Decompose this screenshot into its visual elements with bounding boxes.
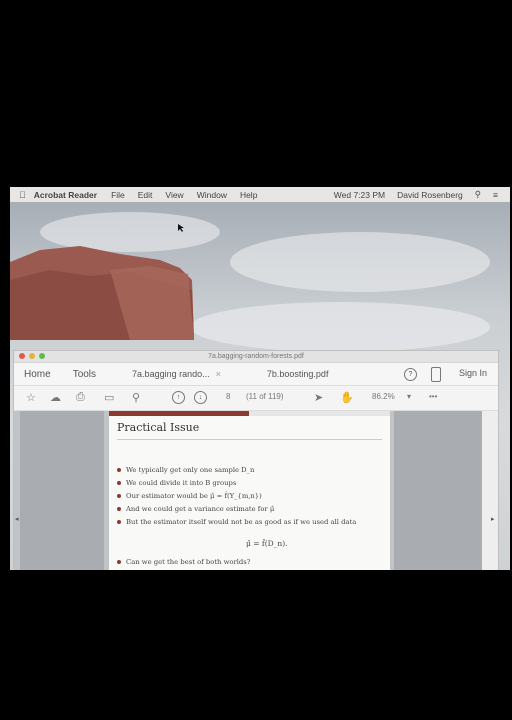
screen:  Acrobat Reader File Edit View Window H…: [10, 187, 510, 570]
scrollbar[interactable]: [482, 411, 498, 570]
zoom-button[interactable]: [39, 353, 45, 359]
page-count: (11 of 119): [246, 392, 284, 401]
list-item: Our estimator would be μ̂ = f̂(Y_{m,n}): [117, 492, 356, 500]
mountain-image: [10, 246, 194, 340]
tab-document-bagging-label: 7a.bagging rando...: [132, 369, 210, 379]
zoom-level[interactable]: 86.2%: [372, 392, 395, 401]
collapse-left-icon[interactable]: ◂: [15, 515, 19, 523]
menu-help[interactable]: Help: [240, 190, 257, 200]
more-options-icon[interactable]: •••: [429, 392, 437, 401]
menubar-clock[interactable]: Wed 7:23 PM: [334, 190, 385, 200]
window-title: 7a.bagging-random-forests.pdf: [208, 353, 304, 360]
right-pane: [394, 411, 482, 570]
zoom-search-icon[interactable]: ⚲: [132, 391, 140, 404]
menu-edit[interactable]: Edit: [138, 190, 153, 200]
help-icon[interactable]: ?: [404, 368, 417, 381]
print-icon[interactable]: ⎙: [76, 391, 85, 404]
list-item: But the estimator itself would not be as…: [117, 518, 356, 526]
acrobat-window: 7a.bagging-random-forests.pdf Home Tools…: [13, 350, 499, 570]
menu-window[interactable]: Window: [197, 190, 227, 200]
mouse-cursor-icon: [178, 224, 184, 232]
bullet-list-final: Can we get the best of both worlds?: [117, 558, 250, 570]
upload-cloud-icon[interactable]: ☁: [50, 391, 61, 404]
close-tab-icon[interactable]: ×: [216, 369, 221, 379]
apple-icon[interactable]: : [19, 190, 26, 200]
list-icon[interactable]: ≡: [493, 190, 498, 200]
app-menu[interactable]: Acrobat Reader: [34, 190, 97, 200]
image-icon[interactable]: ▭: [104, 391, 114, 404]
zoom-dropdown-icon[interactable]: ▾: [407, 392, 411, 401]
pdf-page: Practical Issue We typically get only on…: [109, 411, 390, 570]
collapse-right-icon[interactable]: ▸: [491, 515, 495, 523]
mobile-icon[interactable]: [431, 367, 441, 382]
window-titlebar[interactable]: 7a.bagging-random-forests.pdf: [14, 351, 498, 363]
list-item: We typically get only one sample D_n: [117, 466, 356, 474]
list-item: We could divide it into B groups: [117, 479, 356, 487]
close-button[interactable]: [19, 353, 25, 359]
tab-tools[interactable]: Tools: [73, 369, 96, 380]
select-cursor-icon[interactable]: ➤: [314, 391, 323, 404]
tab-home[interactable]: Home: [24, 369, 51, 380]
list-item: Can we get the best of both worlds?: [117, 558, 250, 566]
menubar-user[interactable]: David Rosenberg: [397, 190, 463, 200]
minimize-button[interactable]: [29, 353, 35, 359]
tab-document-bagging[interactable]: 7a.bagging rando... ×: [132, 369, 221, 379]
slide-title: Practical Issue: [117, 421, 200, 434]
slide-header-bar: [109, 411, 249, 416]
search-icon[interactable]: ⚲: [475, 189, 481, 200]
tab-document-boosting[interactable]: 7b.boosting.pdf: [267, 369, 329, 379]
list-item: And we could get a variance estimate for…: [117, 505, 356, 513]
previous-page-icon[interactable]: ↑: [172, 391, 185, 404]
tab-bar: Home Tools 7a.bagging rando... × 7b.boost…: [14, 363, 498, 386]
toolbar: ☆ ☁ ⎙ ▭ ⚲ ↑ ↓ 8 (11 of 119) ➤ ✋ 86.2% ▾ …: [14, 386, 498, 411]
document-area: ◂ Practical Issue We typically get only …: [14, 411, 498, 570]
next-page-icon[interactable]: ↓: [194, 391, 207, 404]
bookmark-icon[interactable]: ☆: [26, 391, 36, 404]
formula: μ̂ = f̂(D_n).: [246, 539, 288, 548]
bullet-list: We typically get only one sample D_n We …: [117, 466, 356, 531]
desktop-wallpaper: 7a.bagging-random-forests.pdf Home Tools…: [10, 202, 510, 570]
hand-tool-icon[interactable]: ✋: [340, 391, 354, 404]
page-number-input[interactable]: 8: [226, 392, 230, 401]
menu-view[interactable]: View: [165, 190, 183, 200]
menu-file[interactable]: File: [111, 190, 125, 200]
sign-in-link[interactable]: Sign In: [459, 368, 487, 378]
menu-bar:  Acrobat Reader File Edit View Window H…: [10, 187, 510, 202]
menu-extras: Wed 7:23 PM David Rosenberg ⚲ ≡: [334, 189, 510, 200]
window-controls: [19, 353, 45, 359]
left-pane: [20, 411, 104, 570]
